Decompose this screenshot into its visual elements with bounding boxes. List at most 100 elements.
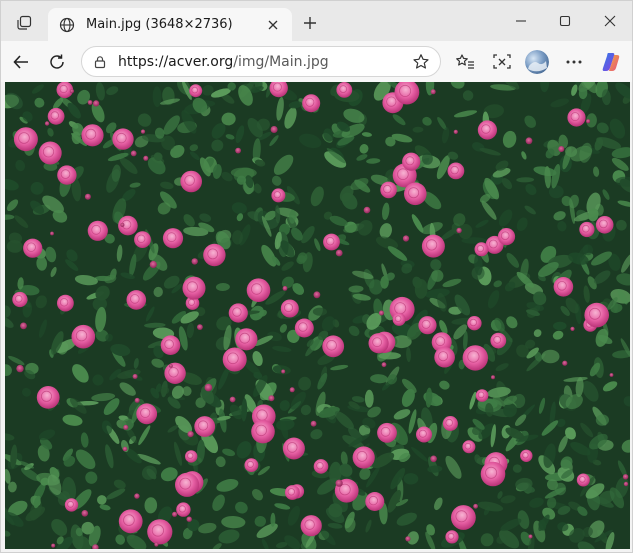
rose-flower [576,473,590,487]
rose-flower [222,347,247,372]
rose-flower [451,505,476,530]
rose-flower [251,419,275,444]
tab-bar: Main.jpg (3648×2736) [1,1,632,41]
rose-bud [313,291,321,299]
rose-bud [81,510,89,517]
rose-bud [363,206,371,214]
refresh-button[interactable] [42,47,72,77]
rose-bud [197,324,203,330]
rose-bud [491,375,495,380]
rose-flower [490,332,507,349]
rose-flower [136,403,158,425]
rose-bud [402,235,410,242]
rose-flower [203,243,226,267]
rose-bud [430,455,437,463]
image-viewport [5,82,630,549]
rose-bud [169,364,173,368]
rose-flower [176,502,191,517]
rose-bud [87,100,93,105]
rose-bush-image [5,82,630,549]
rose-flower [36,386,60,409]
rose-bud [381,362,387,368]
close-window-button[interactable] [588,7,632,35]
rose-bud [143,155,149,161]
rose-bud [558,146,565,152]
rose-flower [57,165,77,185]
rose-bud [586,119,591,124]
rose-bud [186,516,192,522]
rose-flower [475,389,489,402]
rose-flower [416,426,432,443]
rose-bud [44,121,50,126]
rose-bud [609,373,614,377]
rose-flower [323,233,340,251]
address-bar[interactable]: https://acver.org/img/Main.jpg [81,46,441,77]
rose-flower [235,328,258,351]
rose-bud [172,511,178,517]
new-tab-button[interactable] [297,11,323,35]
tab-active[interactable]: Main.jpg (3648×2736) [48,8,292,41]
rose-bud [310,420,317,427]
profile-avatar[interactable] [525,50,549,74]
rose-flower [445,530,459,544]
rose-flower [313,459,329,474]
favorite-star-icon[interactable] [408,49,434,75]
url-text[interactable]: https://acver.org/img/Main.jpg [118,54,408,70]
rose-bud [268,395,275,402]
screenshot-button[interactable] [487,47,517,77]
toolbar: https://acver.org/img/Main.jpg [1,41,632,82]
rose-flower [477,120,497,140]
rose-bud [122,446,128,452]
rose-flower [228,303,248,323]
rose-bud [270,126,278,133]
rose-flower [57,294,74,312]
back-button[interactable] [6,47,36,77]
rose-bud [204,383,213,392]
maximize-icon [559,15,571,27]
maximize-button[interactable] [543,7,587,35]
rose-bud [453,129,458,134]
rose-bud [335,479,343,487]
favorites-button[interactable] [450,47,480,77]
rose-flower [285,485,300,500]
rose-bud [289,387,295,393]
rose-bud [528,534,533,539]
copilot-button[interactable] [596,47,626,77]
favorites-list-icon [456,54,474,69]
rose-bud [130,150,137,157]
lock-icon[interactable] [92,54,108,70]
close-tab-icon[interactable] [264,16,282,34]
rose-flower [271,188,286,203]
minimize-button[interactable] [499,7,543,35]
tab-title: Main.jpg (3648×2736) [86,17,233,32]
rose-flower [365,492,385,511]
rose-flower [392,312,406,326]
rose-flower [404,182,427,206]
rose-bud [16,364,24,373]
rose-flower [368,333,389,354]
rose-flower [246,278,271,302]
rose-flower [467,316,482,331]
rose-bud [50,231,54,236]
rose-flower [38,141,62,165]
close-icon [604,15,616,27]
rose-flower [126,290,147,310]
rose-flower [182,276,206,300]
rose-bud [149,260,157,269]
rose-flower [447,162,465,180]
rose-flower [352,446,375,469]
browser-window: Main.jpg (3648×2736) https://acver.org/i… [0,0,633,553]
plus-icon [304,17,316,29]
rose-flower [162,228,184,249]
rose-bud [93,100,100,107]
rose-bud [622,474,629,480]
rose-bud [69,89,74,94]
rose-flower [462,440,476,454]
more-button[interactable] [559,47,589,77]
rose-bud [154,542,159,547]
rose-bud [281,369,286,374]
copilot-icon [602,53,620,71]
arrow-left-icon [13,55,28,69]
rose-flower [595,216,614,234]
tab-actions-button[interactable] [9,9,39,37]
